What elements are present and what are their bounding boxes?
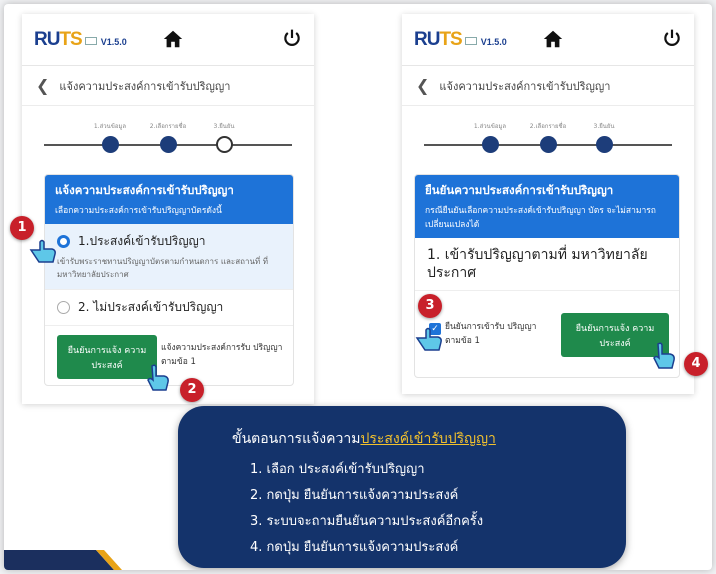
page-header: ❮ แจ้งความประสงค์การเข้ารับปริญญา xyxy=(22,66,314,106)
logo-ts: TS xyxy=(439,28,462,50)
power-icon[interactable] xyxy=(282,28,302,48)
confirm-card: ยืนยันความประสงค์การเข้ารับปริญญา กรณียื… xyxy=(414,174,680,378)
card-title: แจ้งความประสงค์การเข้ารับปริญญา xyxy=(55,183,234,197)
phone-screen-step1: RU TS V1.5.0 ❮ แจ้งความประสงค์การเข้ารับปร… xyxy=(22,14,314,404)
step-dot-3 xyxy=(216,136,233,153)
hand-pointer-icon xyxy=(653,342,675,369)
power-icon[interactable] xyxy=(662,28,682,48)
progress-stepper: 1.ส่วนข้อมูล 2.เลือกรายชื่อ 3.ยืนยัน xyxy=(402,106,694,166)
radio-attend[interactable] xyxy=(57,235,70,248)
logo-mark xyxy=(464,36,477,45)
confirm-button[interactable]: ยืนยันการแจ้ง ความประสงค์ xyxy=(57,335,157,379)
app-version: V1.5.0 xyxy=(480,36,507,47)
step-dot-1 xyxy=(102,136,119,153)
step-badge-3: 3 xyxy=(418,294,442,318)
card-subtitle: กรณียืนยันเลือกความประสงค์เข้ารับปริญญา … xyxy=(425,206,656,230)
app-bar: RU TS V1.5.0 xyxy=(22,14,314,66)
step-dot-1 xyxy=(482,136,499,153)
option-attend-label: 1.ประสงค์เข้ารับปริญญา xyxy=(78,234,206,248)
logo-mark xyxy=(84,36,97,45)
page-title: แจ้งความประสงค์การเข้ารับปริญญา xyxy=(439,79,611,93)
step-label-1: 1.ส่วนข้อมูล xyxy=(473,123,507,130)
back-chevron-icon[interactable]: ❮ xyxy=(416,76,429,95)
hand-pointer-icon xyxy=(29,239,56,263)
instruction-title-prefix: ขั้นตอนการแจ้งความ xyxy=(232,431,361,447)
hand-pointer-icon xyxy=(147,364,169,391)
step-badge-2: 2 xyxy=(180,378,204,402)
confirm-note: แจ้งความประสงค์การรับ ปริญญา ตามข้อ 1 xyxy=(161,343,283,367)
back-chevron-icon[interactable]: ❮ xyxy=(36,76,49,95)
progress-stepper: 1.ส่วนข้อมูล 2.เลือกรายชื่อ 3.ยืนยัน xyxy=(22,106,314,166)
option-not-attend[interactable]: 2. ไม่ประสงค์เข้ารับปริญญา xyxy=(45,290,293,326)
option-not-attend-label: 2. ไม่ประสงค์เข้ารับปริญญา xyxy=(78,300,224,314)
home-icon[interactable] xyxy=(162,28,184,50)
ruts-logo[interactable]: RU TS V1.5.0 xyxy=(414,29,507,51)
logo-ru: RU xyxy=(414,28,440,50)
step-label-2: 2.เลือกรายชื่อ xyxy=(529,123,567,130)
step-label-2: 2.เลือกรายชื่อ xyxy=(149,123,187,130)
card-header: ยืนยันความประสงค์การเข้ารับปริญญา กรณียื… xyxy=(415,175,679,238)
slide-frame: RU TS V1.5.0 ❮ แจ้งความประสงค์การเข้ารับปร… xyxy=(4,4,712,570)
step-label-1: 1.ส่วนข้อมูล xyxy=(93,123,127,130)
app-bar: RU TS V1.5.0 xyxy=(402,14,694,66)
choice-card: แจ้งความประสงค์การเข้ารับปริญญา เลือกควา… xyxy=(44,174,294,386)
instruction-step-1: 1. เลือก ประสงค์เข้ารับปริญญา xyxy=(250,462,425,477)
step-dot-2 xyxy=(540,136,557,153)
step-label-3: 3.ยืนยัน xyxy=(593,123,615,130)
card-header: แจ้งความประสงค์การเข้ารับปริญญา เลือกควา… xyxy=(45,175,293,224)
hand-pointer-icon xyxy=(415,327,442,351)
instruction-title-highlight: ประสงค์เข้ารับปริญญา xyxy=(360,431,496,447)
phone-screen-step2: RU TS V1.5.0 ❮ แจ้งความประสงค์การเข้ารับปร… xyxy=(402,14,694,394)
selected-option-text: 1. เข้ารับปริญญาตามที่ มหาวิทยาลัยประกาศ xyxy=(415,238,679,291)
step-dot-3 xyxy=(596,136,613,153)
option-attend-desc: เข้ารับพระราชทานปริญญาบัตรตามกำหนดการ แล… xyxy=(57,257,269,279)
instruction-panel: ขั้นตอนการแจ้งความประสงค์เข้ารับปริญญา 1… xyxy=(178,406,626,568)
instruction-step-3: 3. ระบบจะถามยืนยันความประสงค์อีกครั้ง xyxy=(250,514,484,529)
logo-ts: TS xyxy=(59,28,82,50)
corner-decoration xyxy=(4,550,122,570)
step-dot-2 xyxy=(160,136,177,153)
logo-ru: RU xyxy=(34,28,60,50)
radio-not-attend[interactable] xyxy=(57,301,70,314)
instruction-step-4: 4. กดปุ่ม ยืนยันการแจ้งความประสงค์ xyxy=(250,540,459,555)
instruction-step-2: 2. กดปุ่ม ยืนยันการแจ้งความประสงค์ xyxy=(250,488,459,503)
instruction-title: ขั้นตอนการแจ้งความประสงค์เข้ารับปริญญา xyxy=(232,428,496,450)
page-title: แจ้งความประสงค์การเข้ารับปริญญา xyxy=(59,79,231,93)
home-icon[interactable] xyxy=(542,28,564,50)
confirm-checkbox-label: ยืนยันการเข้ารับ ปริญญา ตามข้อ 1 xyxy=(445,322,537,346)
option-attend[interactable]: 1.ประสงค์เข้ารับปริญญา เข้ารับพระราชทานป… xyxy=(45,224,293,290)
card-title: ยืนยันความประสงค์การเข้ารับปริญญา xyxy=(425,183,614,197)
app-version: V1.5.0 xyxy=(100,36,127,47)
page-header: ❮ แจ้งความประสงค์การเข้ารับปริญญา xyxy=(402,66,694,106)
card-subtitle: เลือกความประสงค์การเข้ารับปริญญาบัตรดังน… xyxy=(55,206,222,216)
step-badge-4: 4 xyxy=(684,352,708,376)
ruts-logo[interactable]: RU TS V1.5.0 xyxy=(34,29,127,51)
step-label-3: 3.ยืนยัน xyxy=(213,123,235,130)
